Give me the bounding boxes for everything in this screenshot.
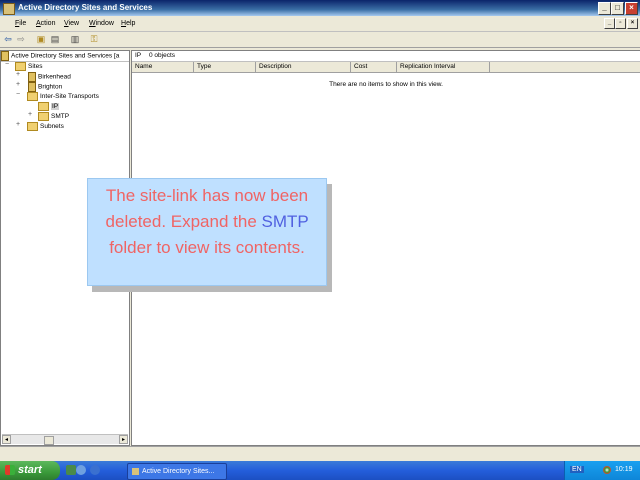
maximize-button[interactable]: □	[611, 2, 624, 15]
network-icon[interactable]	[603, 466, 611, 474]
tree-item-smtp[interactable]: SMTP	[38, 112, 69, 121]
taskbar-window-button[interactable]: Active Directory Sites...	[127, 463, 227, 480]
column-type[interactable]: Type	[194, 62, 256, 72]
folder-icon	[27, 92, 38, 101]
tree-item-birkenhead[interactable]: Birkenhead	[28, 72, 71, 82]
callout-highlight: SMTP	[261, 212, 309, 231]
tree-root[interactable]: Active Directory Sites and Services [a	[1, 51, 129, 62]
list-location: IP	[135, 52, 142, 59]
child-minimize-button[interactable]: _	[604, 18, 615, 29]
tree-item-brighton[interactable]: Brighton	[28, 82, 62, 92]
show-desktop-icon[interactable]	[66, 465, 76, 475]
expand-icon[interactable]: +	[16, 81, 20, 88]
folder-icon	[38, 102, 49, 111]
taskbar: start Active Directory Sites... EN 10:19	[0, 461, 640, 480]
empty-list-message: There are no items to show in this view.	[329, 81, 443, 88]
child-restore-button[interactable]: ▫	[615, 18, 626, 29]
folder-icon	[15, 62, 26, 71]
menu-window[interactable]: Window	[89, 20, 114, 27]
help-icon[interactable]: ⚿	[89, 34, 99, 44]
forward-icon[interactable]: ⇨	[16, 34, 26, 44]
expand-icon[interactable]: +	[16, 121, 20, 128]
site-icon	[28, 72, 36, 82]
folder-icon	[38, 112, 49, 121]
callout-text: The site-link has now been deleted. Expa…	[105, 186, 309, 257]
column-description[interactable]: Description	[256, 62, 351, 72]
app-icon	[132, 467, 139, 475]
language-indicator[interactable]: EN	[570, 466, 584, 473]
tree-item-ip[interactable]: IP	[38, 102, 60, 111]
system-tray: EN 10:19	[564, 461, 640, 480]
toolbar: ⇦ ⇨ ▣ ▤ ▥ ⚿	[0, 32, 640, 48]
internet-explorer-icon[interactable]	[76, 465, 86, 475]
expand-icon[interactable]: +	[16, 71, 20, 78]
console-root-icon	[1, 51, 9, 61]
show-hide-tree-icon[interactable]: ▤	[50, 34, 60, 44]
object-count: 0 objects	[149, 52, 176, 59]
tree-item-subnets[interactable]: Subnets	[27, 122, 64, 131]
minimize-button[interactable]: _	[598, 2, 611, 15]
export-list-icon[interactable]: ▥	[70, 34, 80, 44]
title-bar: Active Directory Sites and Services _ □ …	[0, 0, 640, 16]
start-button[interactable]: start	[0, 461, 60, 480]
tree-horizontal-scrollbar[interactable]: ◂ ▸	[2, 434, 128, 445]
menu-bar: File Action View Window Help _ ▫ ×	[0, 17, 640, 32]
window-title: Active Directory Sites and Services	[18, 3, 153, 12]
windows-logo-icon	[5, 465, 15, 476]
tree-item-inter-site-transports[interactable]: Inter-Site Transports	[27, 92, 99, 101]
list-info-bar: IP 0 objects	[132, 51, 640, 62]
up-icon[interactable]: ▣	[36, 34, 46, 44]
scrollbar-thumb[interactable]	[44, 436, 54, 445]
back-icon[interactable]: ⇦	[3, 34, 13, 44]
tree-item-sites[interactable]: Sites	[15, 62, 42, 71]
menu-view[interactable]: View	[64, 20, 79, 27]
collapse-icon[interactable]: −	[5, 61, 9, 68]
folder-icon	[27, 122, 38, 131]
column-name[interactable]: Name	[132, 62, 194, 72]
scroll-right-icon[interactable]: ▸	[119, 435, 128, 444]
menu-file[interactable]: File	[15, 20, 26, 27]
list-header: Name Type Description Cost Replication I…	[132, 62, 640, 73]
expand-icon[interactable]: +	[28, 111, 32, 118]
menu-action[interactable]: Action	[36, 20, 55, 27]
column-replication-interval[interactable]: Replication Interval	[397, 62, 490, 72]
site-icon	[28, 82, 36, 92]
media-player-icon[interactable]	[90, 465, 100, 475]
clock[interactable]: 10:19	[615, 466, 633, 473]
collapse-icon[interactable]: −	[16, 91, 20, 98]
status-bar	[0, 446, 640, 461]
scroll-left-icon[interactable]: ◂	[2, 435, 11, 444]
close-button[interactable]: ×	[625, 2, 638, 15]
child-close-button[interactable]: ×	[627, 18, 638, 29]
column-cost[interactable]: Cost	[351, 62, 397, 72]
tutorial-callout: The site-link has now been deleted. Expa…	[87, 178, 327, 286]
app-icon	[3, 3, 15, 15]
menu-help[interactable]: Help	[121, 20, 135, 27]
